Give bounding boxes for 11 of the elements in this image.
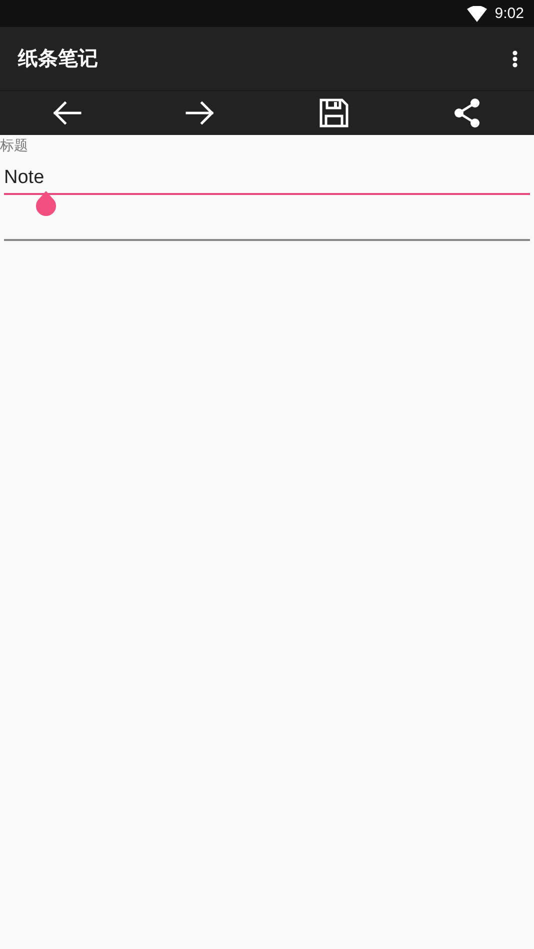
share-icon [453,98,482,128]
forward-arrow-icon [185,100,216,126]
save-icon [318,98,349,128]
field-label: 标题 [0,137,29,155]
text-cursor-handle[interactable] [34,191,58,217]
more-options-icon [512,50,518,68]
app-title: 纸条笔记 [18,45,98,72]
status-time: 9:02 [494,5,524,22]
back-arrow-icon [52,100,82,126]
title-input-field[interactable]: Note [4,155,530,195]
wifi-icon [466,6,487,22]
